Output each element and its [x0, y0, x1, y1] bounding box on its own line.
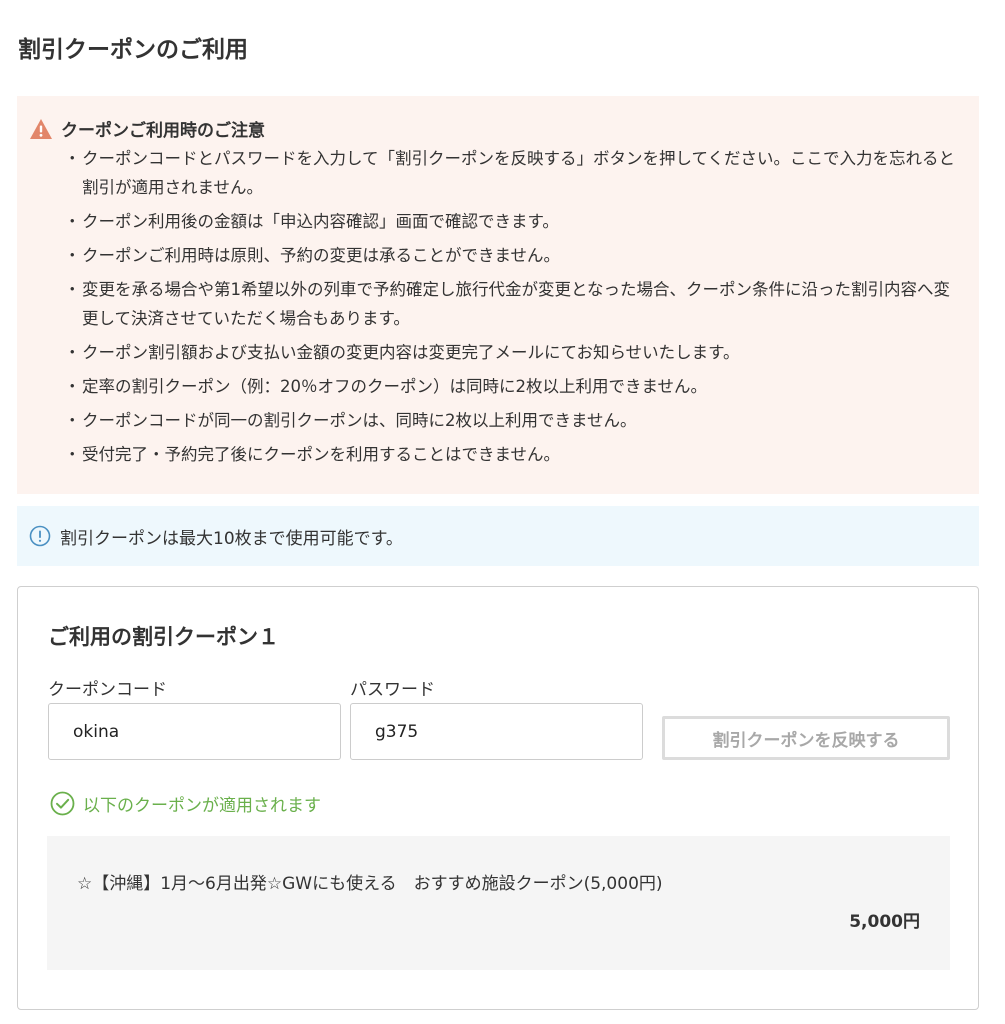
password-input[interactable] [350, 703, 643, 760]
coupon-code-label: クーポンコード [48, 680, 167, 700]
caution-title: クーポンご利用時のご注意 [61, 121, 265, 141]
success-text: 以下のクーポンが適用されます [83, 796, 321, 816]
info-text: 割引クーポンは最大10枚まで使用可能です。 [60, 528, 403, 549]
coupon-card-title: ご利用の割引クーポン１ [48, 625, 279, 649]
applied-coupon-name: ☆【沖縄】1月〜6月出発☆GWにも使える おすすめ施設クーポン(5,000円) [77, 874, 663, 894]
caution-item: 定率の割引クーポン（例：20％オフのクーポン）は同時に2枚以上利用できません。 [64, 372, 962, 401]
apply-coupon-button[interactable]: 割引クーポンを反映する [662, 716, 950, 760]
coupon-card: ご利用の割引クーポン１ クーポンコード パスワード 割引クーポンを反映する 以下… [17, 586, 979, 1010]
warning-triangle-icon [30, 118, 52, 139]
caution-list: クーポンコードとパスワードを入力して「割引クーポンを反映する」ボタンを押してくだ… [64, 144, 962, 474]
check-circle-icon [50, 791, 75, 816]
caution-item: 受付完了・予約完了後にクーポンを利用することはできません。 [64, 440, 962, 469]
caution-item: クーポンコードが同一の割引クーポンは、同時に2枚以上利用できません。 [64, 406, 962, 435]
caution-item: 変更を承る場合や第1希望以外の列車で予約確定し旅行代金が変更となった場合、クーポ… [64, 275, 962, 333]
info-circle-icon [29, 525, 51, 547]
caution-item: クーポンご利用時は原則、予約の変更は承ることができません。 [64, 241, 962, 270]
coupon-code-input[interactable] [48, 703, 341, 760]
caution-item: クーポンコードとパスワードを入力して「割引クーポンを反映する」ボタンを押してくだ… [64, 144, 962, 202]
caution-header: クーポンご利用時のご注意 [29, 116, 265, 141]
caution-notice: クーポンご利用時のご注意 クーポンコードとパスワードを入力して「割引クーポンを反… [17, 96, 979, 494]
caution-item: クーポン利用後の金額は「申込内容確認」画面で確認できます。 [64, 207, 962, 236]
applied-coupon: ☆【沖縄】1月〜6月出発☆GWにも使える おすすめ施設クーポン(5,000円) … [47, 836, 950, 970]
password-label: パスワード [350, 680, 435, 700]
caution-item: クーポン割引額および支払い金額の変更内容は変更完了メールにてお知らせいたします。 [64, 338, 962, 367]
info-banner: 割引クーポンは最大10枚まで使用可能です。 [17, 506, 979, 566]
success-message: 以下のクーポンが適用されます [50, 791, 321, 816]
page-title: 割引クーポンのご利用 [18, 37, 248, 63]
applied-coupon-amount: 5,000円 [849, 912, 920, 932]
